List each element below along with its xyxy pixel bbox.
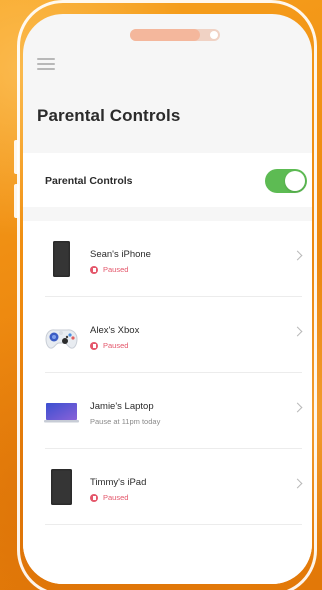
chevron-right-icon: [292, 326, 303, 337]
chevron-right-icon: [292, 250, 303, 261]
device-name: Alex's Xbox: [90, 325, 140, 336]
device-status: Pause at 11pm today: [90, 417, 160, 426]
tablet-icon: [41, 467, 81, 507]
volume-down-button: [14, 184, 19, 218]
toggle-knob: [285, 171, 305, 191]
volume-up-button: [14, 140, 19, 174]
hamburger-menu-icon[interactable]: [37, 58, 55, 70]
camera-dot: [210, 31, 218, 39]
device-status-text: Paused: [103, 493, 129, 502]
device-row-seans-iphone[interactable]: Sean's iPhone Paused: [23, 221, 312, 297]
device-status-text: Paused: [103, 265, 129, 274]
device-row-jamies-laptop[interactable]: Jamie's Laptop Pause at 11pm today: [23, 373, 312, 449]
page-title: Parental Controls: [37, 106, 181, 125]
device-name: Timmy's iPad: [90, 477, 147, 488]
device-list: Sean's iPhone Paused Alex's Xbox Paused …: [23, 221, 312, 584]
device-status-text: Paused: [103, 341, 129, 350]
paused-icon: [90, 265, 98, 274]
paused-icon: [90, 341, 98, 350]
smartphone-icon: [41, 239, 81, 279]
laptop-icon: [41, 391, 81, 431]
paused-icon: [90, 493, 98, 502]
chevron-right-icon: [292, 402, 303, 413]
parental-controls-label: Parental Controls: [45, 175, 133, 187]
notch: [130, 29, 220, 41]
parental-controls-setting: Parental Controls: [23, 153, 312, 207]
phone-screen: Parental Controls Parental Controls Sean…: [23, 14, 312, 584]
device-row-alexs-xbox[interactable]: Alex's Xbox Paused: [23, 297, 312, 373]
parental-controls-toggle[interactable]: [265, 169, 307, 193]
device-status: Paused: [90, 265, 128, 274]
chevron-right-icon: [292, 478, 303, 489]
device-name: Sean's iPhone: [90, 249, 151, 260]
notch-pill: [130, 29, 200, 41]
game-controller-icon: [41, 315, 81, 355]
device-status: Paused: [90, 493, 128, 502]
device-status: Paused: [90, 341, 128, 350]
device-status-text: Pause at 11pm today: [90, 417, 161, 426]
device-row-timmys-ipad[interactable]: Timmy's iPad Paused: [23, 449, 312, 525]
device-name: Jamie's Laptop: [90, 401, 154, 412]
divider: [45, 524, 302, 525]
